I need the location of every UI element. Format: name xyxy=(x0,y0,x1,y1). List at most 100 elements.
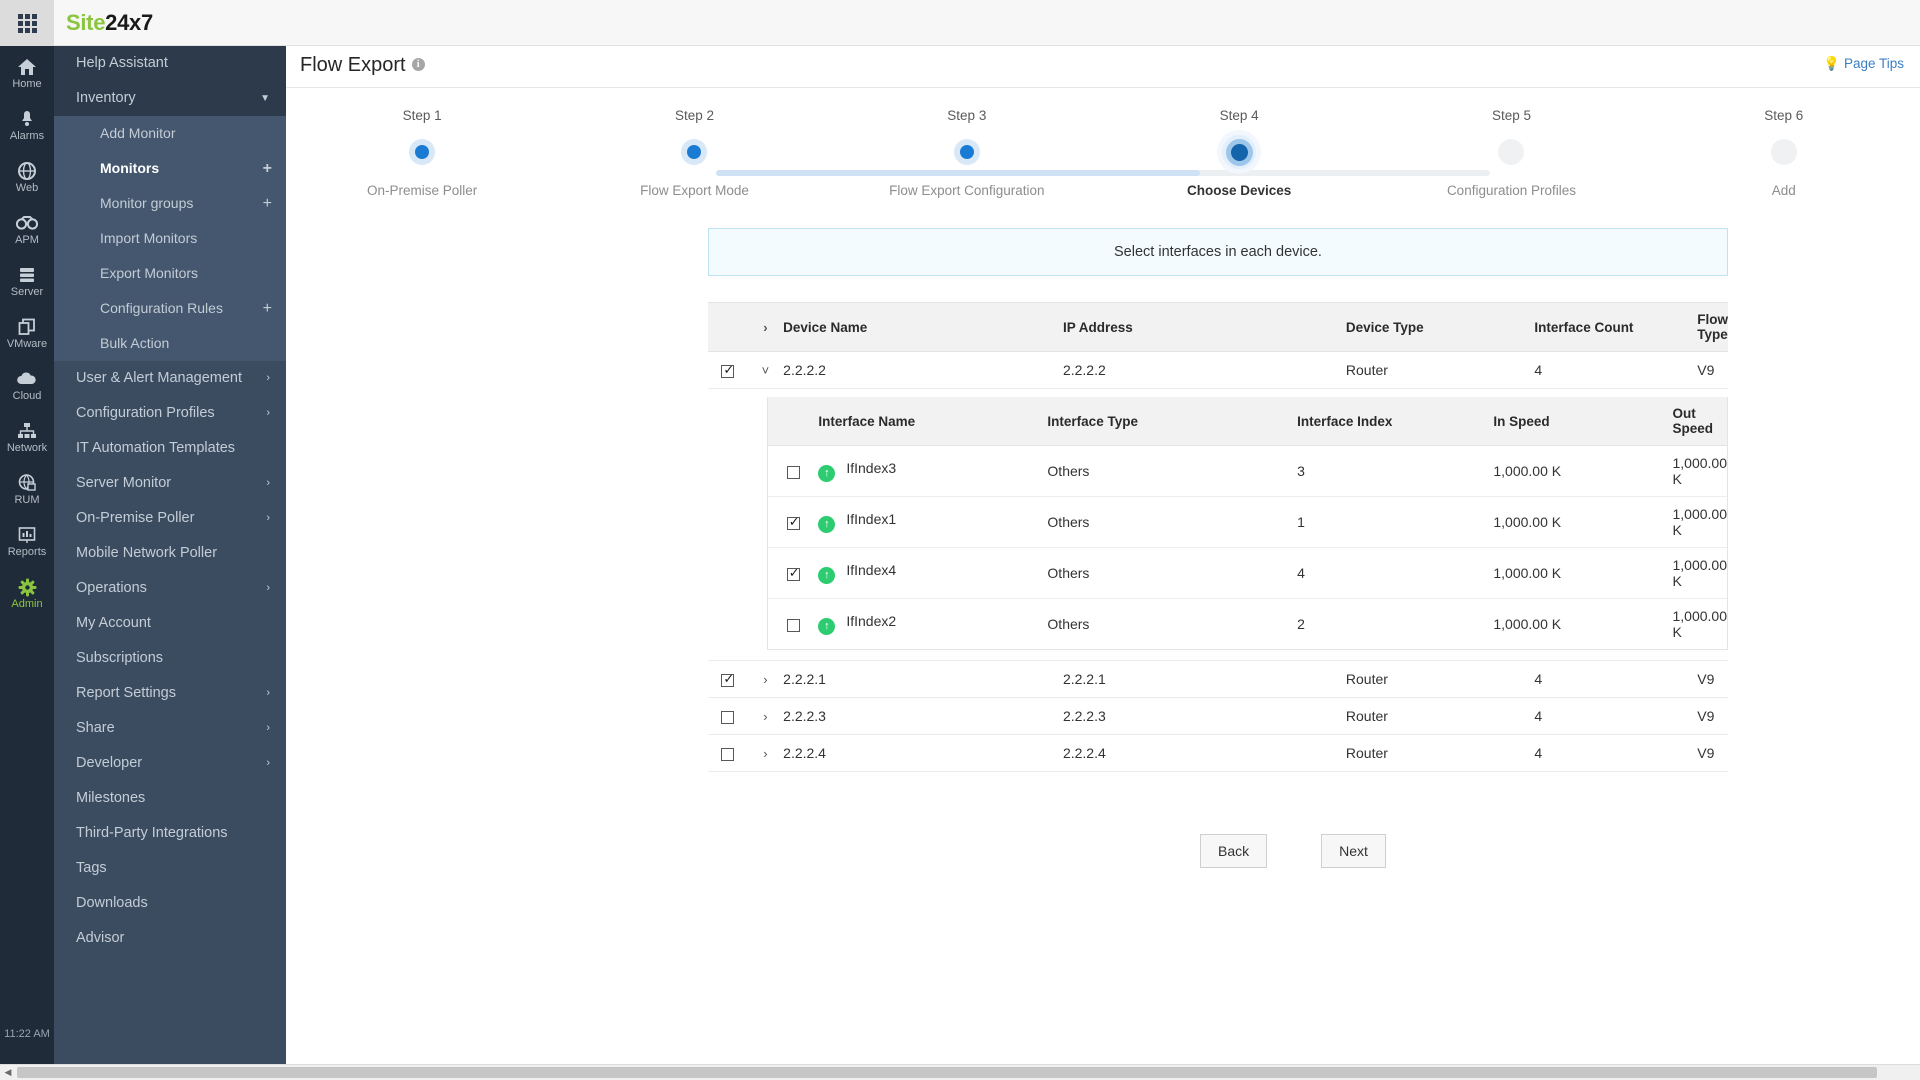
device-checkbox[interactable] xyxy=(721,711,734,724)
step-1[interactable]: Step 1 On-Premise Poller xyxy=(286,108,558,198)
step-6[interactable]: Step 6 Add xyxy=(1648,108,1920,198)
step-3[interactable]: Step 3 Flow Export Configuration xyxy=(831,108,1103,198)
rail-item-web[interactable]: Web xyxy=(0,150,54,202)
device-checkbox[interactable] xyxy=(721,748,734,761)
rail-item-home[interactable]: Home xyxy=(0,46,54,98)
interface-checkbox-cell[interactable] xyxy=(768,548,818,599)
row-checkbox-cell[interactable] xyxy=(708,698,748,735)
header-flow-type[interactable]: Flow Type xyxy=(1697,303,1728,352)
table-row[interactable]: › 2.2.2.3 2.2.2.3 Router 4 V9 xyxy=(708,698,1728,735)
row-checkbox-cell[interactable] xyxy=(708,352,748,389)
device-checkbox[interactable] xyxy=(721,365,734,378)
sidebar-item-inventory[interactable]: Inventory▼ xyxy=(54,81,286,116)
sidebar-item-label: Configuration Profiles xyxy=(76,405,215,421)
step-2[interactable]: Step 2 Flow Export Mode xyxy=(558,108,830,198)
scroll-left-arrow-icon[interactable]: ◀ xyxy=(0,1065,16,1080)
rail-item-vmware[interactable]: VMware xyxy=(0,306,54,358)
info-icon[interactable]: i xyxy=(412,58,425,71)
header-out-speed[interactable]: Out Speed xyxy=(1673,397,1728,446)
page-tips-link[interactable]: 💡Page Tips xyxy=(1823,56,1904,72)
row-expand-cell[interactable]: › xyxy=(748,661,783,698)
sidebar-item-mobile-network-poller[interactable]: Mobile Network Poller xyxy=(54,536,286,571)
sidebar-item-third-party-integrations[interactable]: Third-Party Integrations xyxy=(54,816,286,851)
sidebar-item-configuration-profiles[interactable]: Configuration Profiles› xyxy=(54,396,286,431)
chevron-right-icon[interactable]: › xyxy=(763,673,767,686)
sidebar-item-it-automation-templates[interactable]: IT Automation Templates xyxy=(54,431,286,466)
sidebar-item-on-premise-poller[interactable]: On-Premise Poller› xyxy=(54,501,286,536)
sidebar-item-my-account[interactable]: My Account xyxy=(54,606,286,641)
rail-item-cloud[interactable]: Cloud xyxy=(0,358,54,410)
interface-checkbox[interactable] xyxy=(787,568,800,581)
plus-icon[interactable]: + xyxy=(263,151,272,186)
rail-item-alarms[interactable]: Alarms xyxy=(0,98,54,150)
row-expand-cell[interactable]: ˅ xyxy=(748,352,783,389)
next-button[interactable]: Next xyxy=(1321,834,1386,868)
rail-item-reports[interactable]: Reports xyxy=(0,514,54,566)
sidebar-item-report-settings[interactable]: Report Settings› xyxy=(54,676,286,711)
chevron-down-icon[interactable]: ˅ xyxy=(762,364,770,377)
row-expand-cell[interactable]: › xyxy=(748,698,783,735)
header-interface-index[interactable]: Interface Index xyxy=(1297,397,1493,446)
step-5[interactable]: Step 5 Configuration Profiles xyxy=(1375,108,1647,198)
sidebar-item-monitor-groups[interactable]: Monitor groups+ xyxy=(54,186,286,221)
sidebar-item-subscriptions[interactable]: Subscriptions xyxy=(54,641,286,676)
table-row[interactable]: ↑IfIndex1 Others 1 1,000.00 K 1,000.00 K xyxy=(768,497,1727,548)
scrollbar-thumb[interactable] xyxy=(17,1067,1877,1078)
sidebar-item-milestones[interactable]: Milestones xyxy=(54,781,286,816)
plus-icon[interactable]: + xyxy=(263,186,272,221)
sidebar-item-developer[interactable]: Developer› xyxy=(54,746,286,781)
rail-item-server[interactable]: Server xyxy=(0,254,54,306)
table-row[interactable]: ↑IfIndex3 Others 3 1,000.00 K 1,000.00 K xyxy=(768,446,1727,497)
row-checkbox-cell[interactable] xyxy=(708,735,748,772)
header-interface-name[interactable]: Interface Name xyxy=(818,397,1047,446)
sidebar-item-share[interactable]: Share› xyxy=(54,711,286,746)
row-checkbox-cell[interactable] xyxy=(708,661,748,698)
horizontal-scrollbar[interactable]: ◀ xyxy=(0,1064,1920,1080)
chevron-right-icon[interactable]: › xyxy=(763,710,767,723)
plus-icon[interactable]: + xyxy=(263,291,272,326)
sidebar-item-tags[interactable]: Tags xyxy=(54,851,286,886)
sidebar-item-import-monitors[interactable]: Import Monitors xyxy=(54,221,286,256)
sidebar-item-configuration-rules[interactable]: Configuration Rules+ xyxy=(54,291,286,326)
device-checkbox[interactable] xyxy=(721,674,734,687)
sidebar-item-advisor[interactable]: Advisor xyxy=(54,921,286,956)
header-ip-address[interactable]: IP Address xyxy=(1063,303,1346,352)
header-interface-count[interactable]: Interface Count xyxy=(1534,303,1697,352)
header-device-name[interactable]: Device Name xyxy=(783,303,1063,352)
interface-checkbox-cell[interactable] xyxy=(768,599,818,650)
brand-logo[interactable]: Site24x7 xyxy=(66,10,153,36)
chevron-right-icon[interactable]: › xyxy=(763,747,767,760)
step-4[interactable]: Step 4 Choose Devices xyxy=(1103,108,1375,198)
sidebar-item-add-monitor[interactable]: Add Monitor xyxy=(54,116,286,151)
sidebar-item-export-monitors[interactable]: Export Monitors xyxy=(54,256,286,291)
back-button[interactable]: Back xyxy=(1200,834,1267,868)
table-row[interactable]: › 2.2.2.4 2.2.2.4 Router 4 V9 xyxy=(708,735,1728,772)
interface-checkbox[interactable] xyxy=(787,517,800,530)
sidebar-item-operations[interactable]: Operations› xyxy=(54,571,286,606)
sidebar-item-downloads[interactable]: Downloads xyxy=(54,886,286,921)
header-interface-type[interactable]: Interface Type xyxy=(1047,397,1297,446)
header-expand-all[interactable]: › xyxy=(748,303,783,352)
interface-checkbox[interactable] xyxy=(787,466,800,479)
row-expand-cell[interactable]: › xyxy=(748,735,783,772)
header-in-speed[interactable]: In Speed xyxy=(1493,397,1672,446)
chevron-right-icon[interactable]: › xyxy=(763,321,767,334)
sidebar-item-bulk-action[interactable]: Bulk Action xyxy=(54,326,286,361)
grid-apps-icon[interactable] xyxy=(0,0,54,46)
table-row[interactable]: › 2.2.2.1 2.2.2.1 Router 4 V9 xyxy=(708,661,1728,698)
table-row[interactable]: ↑IfIndex2 Others 2 1,000.00 K 1,000.00 K xyxy=(768,599,1727,650)
sidebar-item-user-alert-management[interactable]: User & Alert Management› xyxy=(54,361,286,396)
table-row[interactable]: ˅ 2.2.2.2 2.2.2.2 Router 4 V9 xyxy=(708,352,1728,389)
rail-item-network[interactable]: Network xyxy=(0,410,54,462)
sidebar-item-help-assistant[interactable]: Help Assistant xyxy=(54,46,286,81)
header-device-type[interactable]: Device Type xyxy=(1346,303,1535,352)
table-row[interactable]: ↑IfIndex4 Others 4 1,000.00 K 1,000.00 K xyxy=(768,548,1727,599)
sidebar-item-server-monitor[interactable]: Server Monitor› xyxy=(54,466,286,501)
interface-checkbox-cell[interactable] xyxy=(768,446,818,497)
interface-checkbox-cell[interactable] xyxy=(768,497,818,548)
sidebar-item-monitors[interactable]: Monitors+ xyxy=(54,151,286,186)
rail-item-apm[interactable]: APM xyxy=(0,202,54,254)
rail-item-rum[interactable]: RUM xyxy=(0,462,54,514)
rail-item-admin[interactable]: Admin xyxy=(0,566,54,618)
interface-checkbox[interactable] xyxy=(787,619,800,632)
